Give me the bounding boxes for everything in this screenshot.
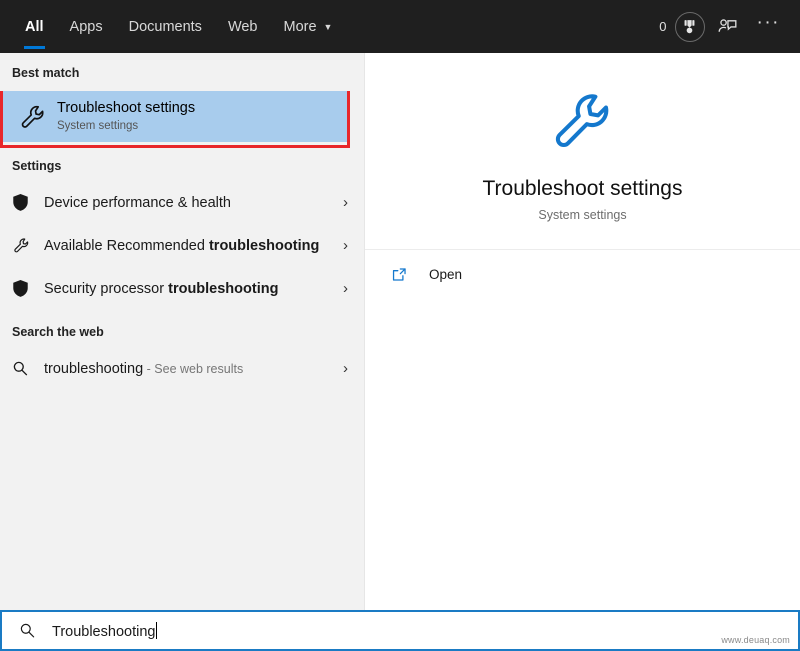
preview-pane: Troubleshoot settings System settings Op… (364, 53, 800, 610)
text-cursor (156, 621, 158, 639)
chevron-right-icon: › (343, 194, 348, 211)
shield-icon (12, 279, 38, 298)
best-match-title: Troubleshoot settings (57, 100, 196, 116)
tab-all[interactable]: All (12, 0, 57, 53)
web-search-item-label: troubleshooting - See web results (44, 360, 244, 377)
feedback-glyph (718, 19, 737, 32)
search-the-web-heading: Search the web (12, 325, 104, 339)
tab-more[interactable]: More ▼ (271, 0, 346, 53)
search-glyph (20, 623, 34, 638)
more-options-button[interactable]: ··· (751, 13, 786, 36)
rewards-medal-icon[interactable] (674, 11, 705, 42)
feedback-person-icon[interactable] (711, 10, 745, 44)
best-match-heading: Best match (12, 66, 80, 80)
search-scope-tabs: All Apps Documents Web More ▼ (0, 0, 345, 53)
tab-apps-label: Apps (69, 18, 103, 35)
search-header-bar: All Apps Documents Web More ▼ 0 ··· (0, 0, 800, 53)
settings-item-label: Device performance & health (44, 194, 231, 211)
tab-all-label: All (25, 18, 44, 35)
wrench-glyph (21, 105, 44, 128)
open-action-button[interactable]: Open (365, 250, 800, 298)
tab-documents-label: Documents (128, 18, 202, 35)
rewards-count: 0 (659, 19, 667, 34)
search-glyph (13, 361, 28, 376)
best-match-subtitle: System settings (57, 120, 139, 132)
rewards-medal-glyph (684, 20, 695, 34)
tab-more-label: More (283, 18, 317, 35)
windows-search-flyout: All Apps Documents Web More ▼ 0 ··· Best… (0, 0, 800, 651)
search-results-body: Best match Troubleshoot settings System … (0, 53, 800, 610)
shield-icon (12, 193, 38, 212)
preview-title: Troubleshoot settings (482, 176, 683, 200)
tab-apps[interactable]: Apps (57, 0, 116, 53)
settings-item-label: Security processor troubleshooting (44, 280, 279, 297)
chevron-right-icon: › (343, 237, 348, 254)
preview-subtitle: System settings (538, 207, 627, 222)
tab-documents[interactable]: Documents (116, 0, 215, 53)
wrench-icon (12, 236, 38, 255)
open-action-label: Open (429, 266, 463, 282)
settings-item-available-recommended-troubleshooting[interactable]: Available Recommended troubleshooting › (0, 224, 364, 267)
chevron-right-icon: › (343, 280, 348, 297)
wrench-icon (547, 85, 619, 162)
shield-glyph (13, 280, 28, 297)
header-actions: 0 ··· (659, 0, 800, 53)
search-input-text: Troubleshooting (52, 623, 156, 640)
settings-item-device-performance-health[interactable]: Device performance & health › (0, 181, 364, 224)
external-link-glyph (392, 267, 406, 281)
wrench-glyph (14, 238, 29, 253)
shield-glyph (13, 194, 28, 211)
best-match-item-troubleshoot-settings[interactable]: Troubleshoot settings System settings (3, 91, 347, 142)
settings-item-label: Available Recommended troubleshooting (44, 237, 320, 254)
chevron-right-icon: › (343, 360, 348, 377)
search-icon (16, 622, 38, 639)
preview-header: Troubleshoot settings System settings (365, 53, 800, 249)
best-match-section: Troubleshoot settings System settings (0, 91, 350, 148)
search-icon (12, 360, 38, 377)
settings-heading: Settings (12, 159, 62, 173)
external-link-icon (391, 266, 413, 283)
best-match-text: Troubleshoot settings System settings (57, 100, 195, 133)
watermark: www.deuaq.com (721, 635, 790, 645)
results-list-pane: Best match Troubleshoot settings System … (0, 53, 364, 610)
web-search-item-troubleshooting[interactable]: troubleshooting - See web results › (0, 347, 364, 390)
chevron-down-icon: ▼ (323, 22, 333, 32)
settings-item-security-processor-troubleshooting[interactable]: Security processor troubleshooting › (0, 267, 364, 310)
tab-web-label: Web (227, 18, 258, 35)
taskbar-search-box[interactable]: Troubleshooting www.deuaq.com (0, 610, 800, 651)
search-input-value[interactable]: Troubleshooting (52, 621, 158, 640)
wrench-glyph (555, 93, 608, 147)
wrench-icon (13, 97, 53, 137)
tab-web[interactable]: Web (215, 0, 271, 53)
